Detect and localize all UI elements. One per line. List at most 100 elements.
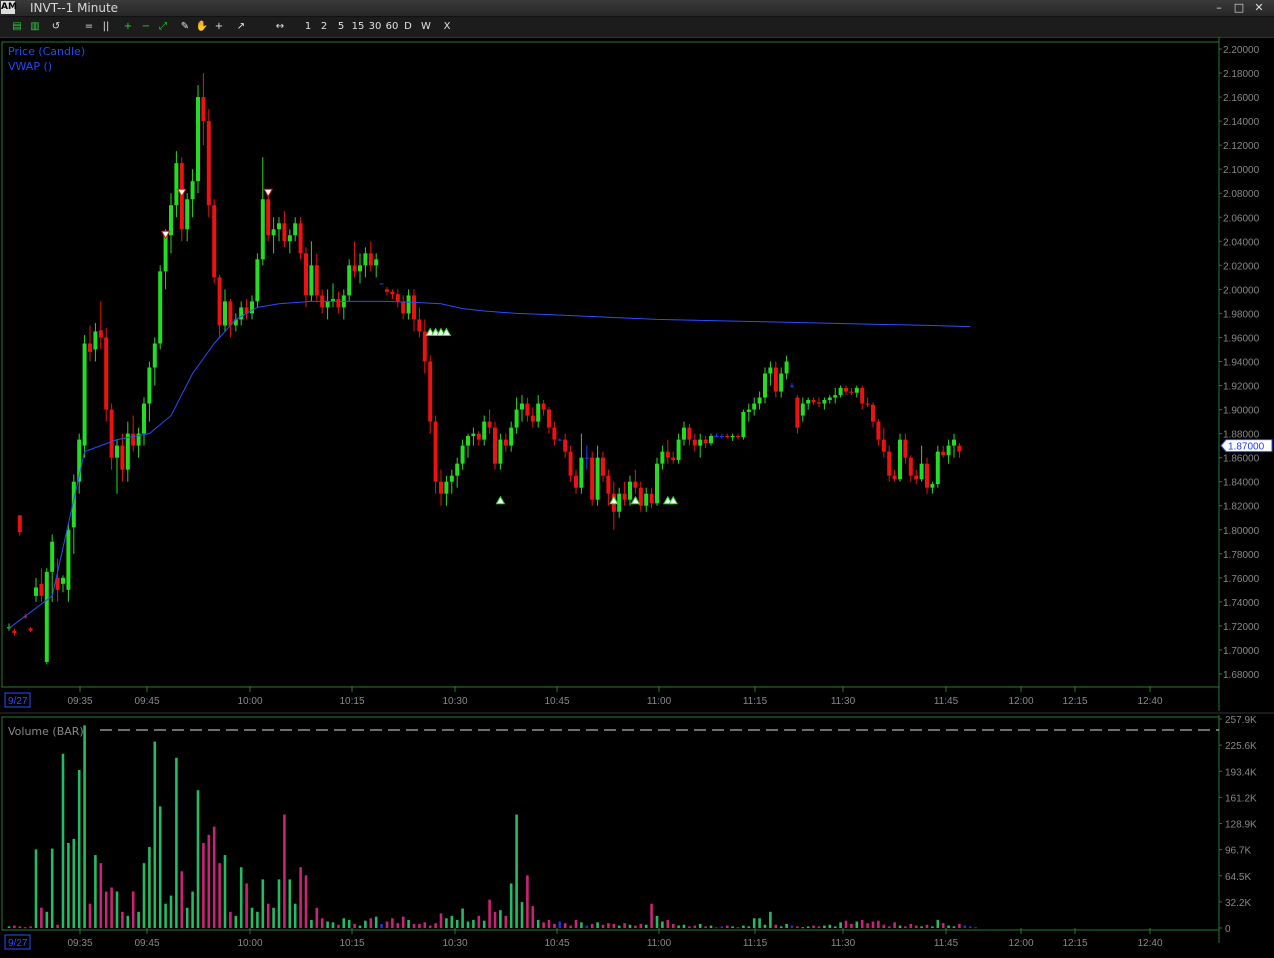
volume-bar — [763, 924, 767, 928]
interval-60[interactable]: 60 — [384, 19, 400, 35]
volume-bar — [828, 924, 832, 928]
draw-icon[interactable]: ✎ — [178, 19, 192, 35]
zoom-in-icon[interactable]: + — [121, 19, 135, 35]
volume-bar — [860, 919, 864, 928]
volume-x-axis: 09:35 09:45 10:00 10:15 10:30 10:45 11:00 11:15… — [4, 928, 1163, 950]
volume-bar — [99, 863, 103, 928]
volume-time-tick-label: 09:35 — [67, 938, 92, 949]
price-time-tick-label: 09:35 — [67, 696, 92, 707]
price-tick-label: 1.98000 — [1223, 309, 1260, 320]
volume-bar — [418, 923, 421, 928]
volume-time-tick-label: 10:45 — [544, 938, 569, 949]
candle-body — [266, 199, 271, 236]
volume-bar — [639, 923, 643, 928]
candle-body — [476, 433, 481, 440]
candle-body — [223, 301, 227, 326]
candle-body — [541, 403, 546, 410]
price-tick-label: 1.88000 — [1223, 430, 1260, 441]
volume-bar — [223, 855, 227, 928]
volume-bar — [693, 925, 697, 928]
candle-body — [563, 439, 568, 452]
chart-canvas[interactable]: 2.20000 2.18000 2.16000 2.14000 2.12000 2.100… — [0, 37, 1274, 958]
candle-body — [439, 481, 443, 494]
volume-bar — [158, 806, 162, 928]
interval-day[interactable]: D — [402, 19, 414, 35]
volume-bar — [450, 915, 454, 928]
candle-body — [471, 433, 476, 437]
candle-body — [822, 399, 827, 404]
volume-bar — [617, 925, 621, 928]
candle-body — [957, 445, 962, 452]
volume-bar — [747, 926, 751, 928]
interval-5[interactable]: 5 — [335, 19, 347, 35]
candle-body — [763, 373, 767, 398]
interval-1[interactable]: 1 — [302, 19, 314, 35]
volume-bar — [283, 814, 286, 928]
volume-bar — [337, 924, 340, 928]
candle-body — [449, 475, 454, 482]
pan-icon[interactable]: ↔ — [273, 19, 287, 35]
candle-body — [676, 439, 681, 461]
volume-bar — [601, 924, 605, 928]
price-panel-border — [1, 41, 1220, 688]
candle-body — [800, 403, 805, 416]
volume-bar — [925, 924, 929, 928]
volume-bar — [196, 790, 200, 928]
volume-tick-label: 96.7K — [1225, 846, 1251, 857]
candle-body — [390, 291, 395, 295]
minimize-icon[interactable]: – — [1211, 1, 1227, 15]
volume-bar — [434, 923, 437, 928]
candle-body — [935, 451, 940, 485]
equal-icon[interactable]: = — [82, 19, 96, 35]
line-icon[interactable]: ↗ — [234, 19, 248, 35]
candle-body — [422, 331, 427, 362]
crosshair-icon[interactable]: + — [212, 19, 226, 35]
volume-bar — [320, 918, 324, 928]
buy-signal-marker — [630, 495, 641, 505]
candle-body — [838, 387, 843, 396]
candle-body — [282, 223, 287, 242]
volume-bar — [963, 925, 967, 928]
price-candles — [7, 73, 962, 665]
chart-icon[interactable]: ▥ — [28, 19, 42, 35]
candle-body — [595, 457, 600, 500]
volume-bar — [758, 918, 761, 928]
volume-bar — [877, 920, 880, 928]
undo-icon[interactable]: ↺ — [49, 19, 63, 35]
volume-bar — [650, 903, 653, 928]
interval-2[interactable]: 2 — [318, 19, 330, 35]
interval-week[interactable]: W — [419, 19, 433, 35]
interval-30[interactable]: 30 — [367, 19, 383, 35]
maximize-icon[interactable]: □ — [1231, 1, 1247, 15]
candle-body — [779, 373, 784, 392]
candle-body — [557, 439, 562, 441]
price-time-tick-label: 12:15 — [1062, 696, 1087, 707]
pause-icon[interactable]: || — [99, 19, 113, 35]
volume-bar — [536, 919, 540, 928]
hand-icon[interactable]: ✋ — [195, 19, 209, 35]
volume-bar — [61, 753, 65, 928]
volume-bar — [769, 911, 772, 928]
layout-icon[interactable]: ▤ — [10, 19, 24, 35]
price-tick-label: 2.18000 — [1223, 69, 1260, 80]
zoom-out-icon[interactable]: − — [139, 19, 153, 35]
close-icon[interactable]: ✕ — [1251, 1, 1267, 15]
candle-body — [277, 223, 281, 230]
volume-bar — [18, 926, 22, 928]
volume-bar — [326, 921, 329, 928]
interval-clear[interactable]: X — [441, 19, 453, 35]
volume-time-tick-label: 10:15 — [339, 938, 364, 949]
volume-bar — [137, 911, 140, 928]
interval-15[interactable]: 15 — [350, 19, 366, 35]
price-time-tick-label: 12:40 — [1137, 696, 1162, 707]
candle-body — [104, 337, 109, 410]
fit-icon[interactable]: ⤢ — [156, 19, 170, 35]
candle-body — [352, 265, 357, 272]
volume-bar — [806, 926, 810, 928]
candle-body — [482, 421, 487, 440]
candle-body — [881, 439, 886, 452]
volume-bar — [234, 915, 238, 928]
price-time-tick-label: 11:45 — [934, 696, 959, 707]
volume-bar — [277, 879, 281, 928]
buy-signal-marker — [441, 327, 452, 336]
